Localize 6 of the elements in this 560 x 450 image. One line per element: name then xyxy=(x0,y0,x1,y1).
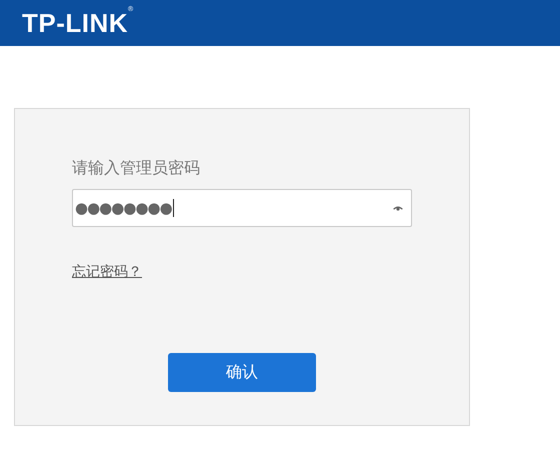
password-label: 请输入管理员密码 xyxy=(72,157,200,179)
logo: TP-LINK$^{®}$ xyxy=(22,8,134,38)
forgot-password-link[interactable]: 忘记密码？ xyxy=(72,263,142,281)
password-field[interactable]: ●●●●●●●● xyxy=(72,189,412,227)
confirm-button[interactable]: 确认 xyxy=(168,353,316,392)
eye-icon[interactable] xyxy=(393,205,403,211)
